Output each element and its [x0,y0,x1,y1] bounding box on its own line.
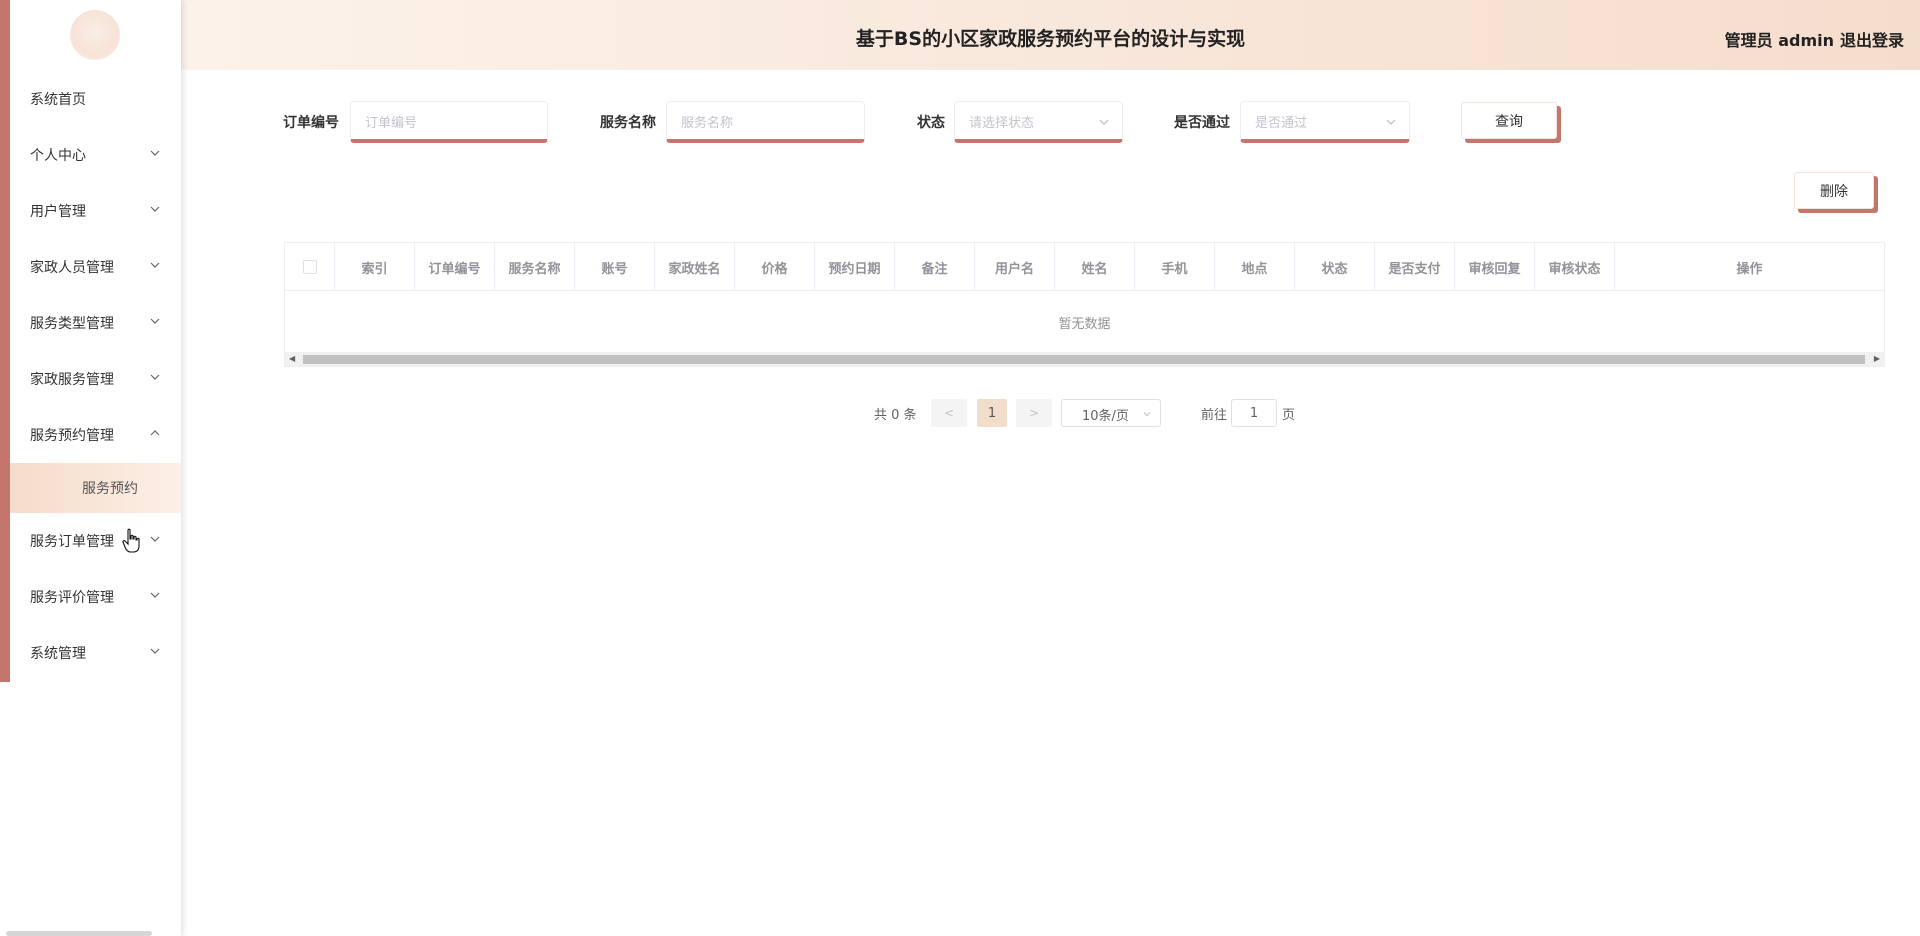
sidebar-item[interactable]: 系统首页 [10,71,181,127]
chevron-down-icon [149,533,161,545]
sidebar-subitem-active[interactable]: 服务预约 [10,463,181,513]
scrollbar-thumb[interactable] [303,355,1865,364]
table-column-header: 服务名称 [495,243,575,291]
prev-page-button[interactable]: < [931,399,967,427]
reservation-table: 索引 订单编号 服务名称 账号 家政姓名 价格 预约日期 备注 用户名 姓名 手机 地点 状态 是否支付审… [284,242,1885,367]
sidebar-scrollbar[interactable] [6,931,152,936]
table-column-header: 地点 [1215,243,1295,291]
sidebar-item[interactable]: 服务评价管理 [10,569,181,625]
chevron-down-icon [1385,116,1397,128]
scroll-left-arrow-icon[interactable]: ◀ [289,354,295,363]
order-no-label: 订单编号 [283,115,339,131]
status-select[interactable]: 请选择状态 [954,101,1123,143]
sidebar-item[interactable]: 系统管理 [10,625,181,681]
page-unit-label: 页 [1282,408,1296,423]
sidebar-item-label: 服务预约管理 [30,428,114,444]
sidebar-menu: 系统首页个人中心用户管理家政人员管理 服务类型管理 家政服务管理 服务预约管理服务预约… [10,71,181,681]
sidebar-item-label: 服务评价管理 [30,590,114,606]
table-column-header: 姓名 [1055,243,1135,291]
sidebar-item[interactable]: 家政服务管理 [10,351,181,407]
sidebar-item[interactable]: 服务预约管理 [10,407,181,463]
table-column-header: 备注 [895,243,975,291]
chevron-down-icon [149,259,161,271]
table-horizontal-scrollbar[interactable]: ◀ ▶ [285,352,1884,366]
sidebar-accent-bar [0,0,10,682]
passed-select[interactable]: 是否通过 [1240,101,1410,143]
scroll-right-arrow-icon[interactable]: ▶ [1874,354,1880,363]
sidebar-item-label: 系统管理 [30,646,86,662]
sidebar: 系统首页个人中心用户管理家政人员管理 服务类型管理 家政服务管理 服务预约管理服务预约… [0,0,181,936]
page-size-value: 10条/页 [1082,409,1129,424]
page-size-select[interactable]: 10条/页 [1061,399,1161,427]
table-column-header: 索引 [335,243,415,291]
table-column-header: 预约日期 [815,243,895,291]
sidebar-item-label: 家政人员管理 [30,260,114,276]
top-header: 基于BS的小区家政服务预约平台的设计与实现 管理员 admin 退出登录 [181,0,1920,70]
sidebar-item-label: 服务类型管理 [30,316,114,332]
page-number-button[interactable]: 1 [977,399,1007,427]
table-column-header: 手机 [1135,243,1215,291]
passed-label: 是否通过 [1174,115,1230,131]
pagination: 共 0 条 < 1 > 10条/页 前往 1 页 [0,399,1920,427]
goto-label: 前往 [1201,408,1228,423]
delete-button[interactable]: 删除 [1794,172,1874,209]
chevron-down-icon [149,645,161,657]
goto-page-input[interactable]: 1 [1231,399,1277,427]
select-all-checkbox[interactable] [302,260,317,274]
status-select-placeholder: 请选择状态 [969,116,1035,131]
next-page-button[interactable]: > [1016,399,1052,427]
order-no-input[interactable]: 订单编号 [350,101,548,143]
chevron-down-icon [149,589,161,601]
table-column-header: 账号 [575,243,655,291]
table-column-header: 审核回复 [1455,243,1535,291]
hand-pointer-icon [122,528,142,554]
sidebar-item-label: 家政服务管理 [30,372,114,388]
sidebar-item-label: 个人中心 [30,148,86,164]
chevron-down-icon [149,315,161,327]
passed-select-placeholder: 是否通过 [1255,116,1308,131]
chevron-down-icon [149,203,161,215]
sidebar-item[interactable]: 家政人员管理 [10,239,181,295]
chevron-down-icon [149,147,161,159]
sidebar-item-label: 服务订单管理 [30,534,114,550]
table-column-header: 审核状态 [1535,243,1615,291]
table-header: 索引 订单编号 服务名称 账号 家政姓名 价格 预约日期 备注 用户名 姓名 手机 地点 状态 是否支付审… [285,243,1884,291]
sidebar-item[interactable]: 个人中心 [10,127,181,183]
table-column-header: 用户名 [975,243,1055,291]
table-column-header: 是否支付 [1375,243,1455,291]
service-name-input[interactable]: 服务名称 [666,101,865,143]
status-label: 状态 [917,115,945,131]
sidebar-item-label: 系统首页 [30,92,86,108]
table-column-header: 订单编号 [415,243,495,291]
logout-link[interactable]: 退出登录 [1840,27,1904,51]
current-user-label: 管理员 admin [1724,31,1834,50]
sidebar-item[interactable]: 服务类型管理 [10,295,181,351]
table-column-header: 价格 [735,243,815,291]
table-column-header: 状态 [1295,243,1375,291]
query-button[interactable]: 查询 [1461,102,1557,139]
select-all-cell [285,243,335,291]
chevron-down-icon [1142,409,1152,419]
pagination-total: 共 0 条 [874,408,917,423]
sidebar-item[interactable]: 用户管理 [10,183,181,239]
chevron-up-icon [149,427,161,439]
service-name-label: 服务名称 [600,115,656,131]
page-title: 基于BS的小区家政服务预约平台的设计与实现 [855,28,1246,50]
sidebar-item[interactable]: 服务订单管理 [10,513,181,569]
search-form: 订单编号 订单编号 服务名称 服务名称 状态 请选择状态 是否通过 是否通过 查… [283,101,1583,143]
table-column-header: 操作 [1736,261,1763,277]
avatar [70,10,120,60]
table-column-header: 家政姓名 [655,243,735,291]
sidebar-item-label: 用户管理 [30,204,86,220]
chevron-down-icon [149,371,161,383]
chevron-down-icon [1098,116,1110,128]
empty-state-text: 暂无数据 [1058,316,1111,332]
